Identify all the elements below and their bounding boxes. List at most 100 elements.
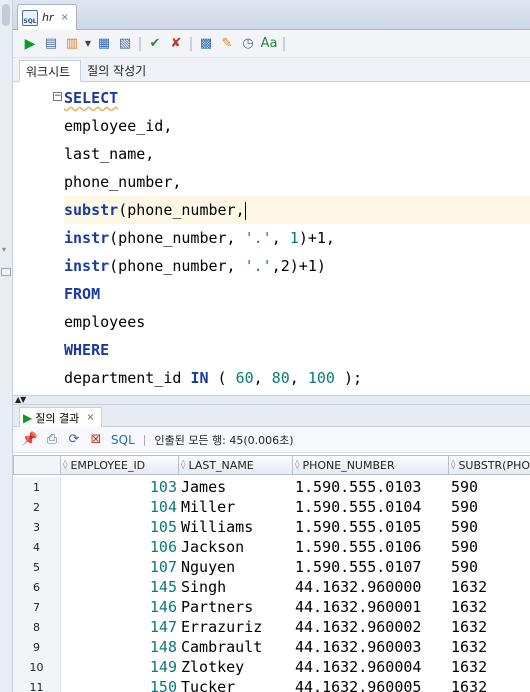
cell-last-name[interactable]: Singh <box>179 577 293 597</box>
row-number[interactable]: 6 <box>13 577 61 597</box>
cell-phone-number[interactable]: 44.1632.960000 <box>293 577 449 597</box>
cell-employee-id[interactable]: 104 <box>61 497 179 517</box>
sort-icon[interactable]: ◊ <box>295 460 299 470</box>
pane-splitter[interactable]: ▲▼ <box>13 395 530 405</box>
cell-substr[interactable]: 1632 <box>449 657 530 677</box>
code-line[interactable]: FROM <box>64 280 530 308</box>
cell-employee-id[interactable]: 149 <box>61 657 179 677</box>
rollback-icon[interactable]: ✘ <box>167 35 185 53</box>
code-line[interactable]: employee_id, <box>64 112 530 140</box>
table-row[interactable]: 10 149 Zlotkey 44.1632.960004 1632 <box>13 657 530 677</box>
tab-query-builder[interactable]: 질의 작성기 <box>81 59 156 81</box>
cell-phone-number[interactable]: 44.1632.960004 <box>293 657 449 677</box>
cell-last-name[interactable]: Jackson <box>179 537 293 557</box>
code-line[interactable]: phone_number, <box>64 168 530 196</box>
code-line[interactable]: substr(phone_number, <box>64 196 530 224</box>
row-number[interactable]: 9 <box>13 637 61 657</box>
format-pencil-icon[interactable]: ✎ <box>218 35 236 53</box>
row-number[interactable]: 7 <box>13 597 61 617</box>
cell-phone-number[interactable]: 1.590.555.0104 <box>293 497 449 517</box>
cell-employee-id[interactable]: 107 <box>61 557 179 577</box>
cell-phone-number[interactable]: 1.590.555.0105 <box>293 517 449 537</box>
code-line[interactable]: WHERE <box>64 336 530 364</box>
fold-toggle-icon[interactable]: − <box>53 92 62 101</box>
pin-icon[interactable]: 📌 <box>21 431 39 449</box>
cell-phone-number[interactable]: 44.1632.960005 <box>293 677 449 692</box>
scrollbar-thumb[interactable] <box>2 4 10 26</box>
cell-phone-number[interactable]: 1.590.555.0107 <box>293 557 449 577</box>
row-number[interactable]: 1 <box>13 477 61 497</box>
row-number[interactable]: 5 <box>13 557 61 577</box>
table-row[interactable]: 7 146 Partners 44.1632.960001 1632 <box>13 597 530 617</box>
splitter-arrows-icon[interactable]: ▲▼ <box>15 395 26 404</box>
code-line[interactable]: department_id IN ( 60, 80, 100 ); <box>64 364 530 392</box>
collapse-arrow-icon[interactable]: ▾ <box>2 245 6 254</box>
cell-substr[interactable]: 1632 <box>449 637 530 657</box>
cell-employee-id[interactable]: 103 <box>61 477 179 497</box>
cell-last-name[interactable]: Tucker <box>179 677 293 692</box>
commit-icon[interactable]: ▥ <box>63 35 81 53</box>
code-line[interactable]: SELECT <box>64 84 530 112</box>
row-number[interactable]: 10 <box>13 657 61 677</box>
row-number[interactable]: 11 <box>13 677 61 692</box>
column-header-substr[interactable]: ◊ SUBSTR(PHO <box>449 455 530 475</box>
autotrace-icon[interactable]: ▧ <box>116 35 134 53</box>
cell-last-name[interactable]: James <box>179 477 293 497</box>
cell-substr[interactable]: 590 <box>449 537 530 557</box>
code-line[interactable]: instr(phone_number, '.', 1)+1, <box>64 224 530 252</box>
column-header-employee-id[interactable]: ◊ EMPLOYEE_ID <box>61 455 179 475</box>
cell-employee-id[interactable]: 146 <box>61 597 179 617</box>
table-row[interactable]: 9 148 Cambrault 44.1632.960003 1632 <box>13 637 530 657</box>
row-number[interactable]: 8 <box>13 617 61 637</box>
cell-phone-number[interactable]: 44.1632.960001 <box>293 597 449 617</box>
column-header-last-name[interactable]: ◊ LAST_NAME <box>179 455 293 475</box>
table-row[interactable]: 6 145 Singh 44.1632.960000 1632 <box>13 577 530 597</box>
sql-link[interactable]: SQL <box>111 433 135 447</box>
code-line[interactable]: employees <box>64 308 530 336</box>
cell-phone-number[interactable]: 1.590.555.0106 <box>293 537 449 557</box>
table-row[interactable]: 3 105 Williams 1.590.555.0105 590 <box>13 517 530 537</box>
cell-employee-id[interactable]: 148 <box>61 637 179 657</box>
tab-worksheet[interactable]: 워크시트 <box>19 60 82 82</box>
sort-icon[interactable]: ◊ <box>451 460 455 470</box>
run-statement-icon[interactable]: ▶ <box>21 35 39 53</box>
refresh-icon[interactable]: ⟳ <box>65 431 83 449</box>
close-tab-icon[interactable]: × <box>61 12 69 23</box>
cell-employee-id[interactable]: 150 <box>61 677 179 692</box>
row-number[interactable]: 4 <box>13 537 61 557</box>
cell-substr[interactable]: 1632 <box>449 577 530 597</box>
sort-icon[interactable]: ◊ <box>181 460 185 470</box>
cell-last-name[interactable]: Nguyen <box>179 557 293 577</box>
cell-employee-id[interactable]: 147 <box>61 617 179 637</box>
history-clock-icon[interactable]: ◷ <box>239 35 257 53</box>
cell-employee-id[interactable]: 105 <box>61 517 179 537</box>
row-number[interactable]: 2 <box>13 497 61 517</box>
sql-code[interactable]: SELECT employee_id, last_name, phone_number… <box>64 84 530 392</box>
code-line[interactable]: last_name, <box>64 140 530 168</box>
cell-substr[interactable]: 590 <box>449 497 530 517</box>
cell-last-name[interactable]: Williams <box>179 517 293 537</box>
cell-substr[interactable]: 1632 <box>449 677 530 692</box>
cell-last-name[interactable]: Errazuriz <box>179 617 293 637</box>
table-row[interactable]: 5 107 Nguyen 1.590.555.0107 590 <box>13 557 530 577</box>
case-toggle-icon[interactable]: Aa <box>260 35 278 53</box>
table-row[interactable]: 8 147 Errazuriz 44.1632.960002 1632 <box>13 617 530 637</box>
cell-substr[interactable]: 1632 <box>449 597 530 617</box>
tab-query-result[interactable]: ▶ 질의 결과 × <box>19 407 102 427</box>
sql-tuning-icon[interactable]: ▩ <box>197 35 215 53</box>
table-row[interactable]: 4 106 Jackson 1.590.555.0106 590 <box>13 537 530 557</box>
cell-substr[interactable]: 590 <box>449 477 530 497</box>
cancel-fetch-icon[interactable]: ⊠ <box>87 431 105 449</box>
results-grid[interactable]: ◊ EMPLOYEE_ID ◊ LAST_NAME ◊ PHONE_NUMBER ◊ S… <box>13 453 530 692</box>
print-icon[interactable]: ⎙ <box>43 431 61 449</box>
explain-plan-icon[interactable]: ▦ <box>95 35 113 53</box>
cell-last-name[interactable]: Cambrault <box>179 637 293 657</box>
cell-employee-id[interactable]: 106 <box>61 537 179 557</box>
row-number[interactable]: 3 <box>13 517 61 537</box>
run-script-icon[interactable]: ▤ <box>42 35 60 53</box>
cell-phone-number[interactable]: 1.590.555.0103 <box>293 477 449 497</box>
table-row[interactable]: 1 103 James 1.590.555.0103 590 <box>13 477 530 497</box>
sort-icon[interactable]: ◊ <box>63 460 67 470</box>
cell-phone-number[interactable]: 44.1632.960002 <box>293 617 449 637</box>
cell-substr[interactable]: 590 <box>449 517 530 537</box>
